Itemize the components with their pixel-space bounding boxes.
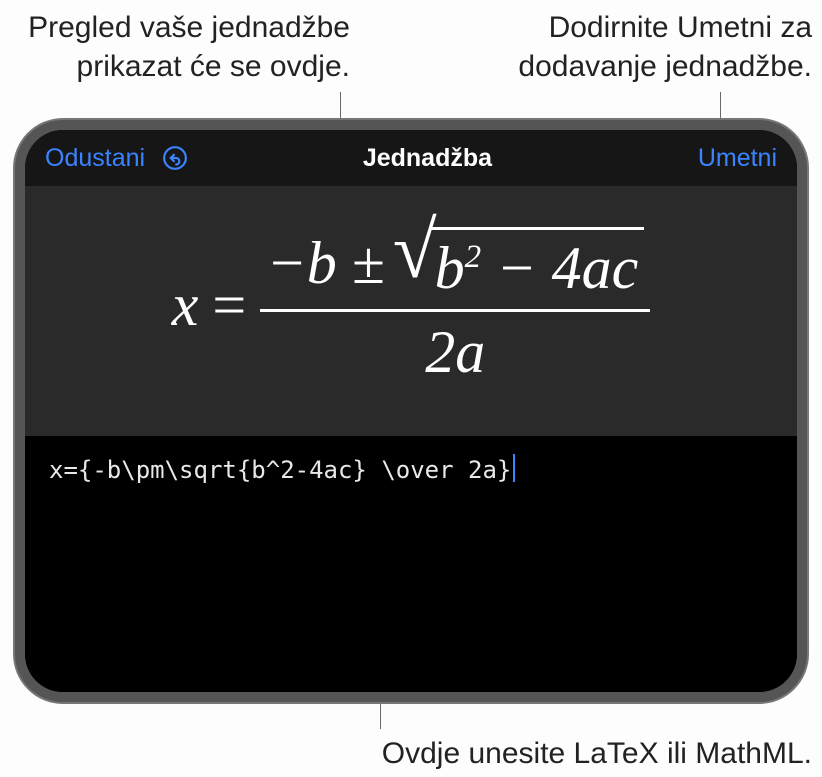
eq-root: √ b2 − 4ac — [393, 223, 645, 303]
rendered-equation: x = −b ± √ b2 − 4ac 2a — [172, 223, 650, 387]
callout-preview: Pregled vaše jednadžbe prikazat će se ov… — [0, 8, 350, 86]
eq-lhs: x — [172, 271, 199, 340]
eq-sign: = — [212, 271, 246, 340]
insert-button[interactable]: Umetni — [698, 144, 777, 173]
eq-num-prefix: −b ± — [266, 229, 384, 298]
callout-input: Ovdje unesite LaTeX ili MathML. — [342, 734, 812, 773]
text-caret — [513, 454, 515, 482]
eq-numerator: −b ± √ b2 − 4ac — [260, 223, 650, 309]
eq-fraction: −b ± √ b2 − 4ac 2a — [260, 223, 650, 387]
callout-insert: Dodirnite Umetni za dodavanje jednadžbe. — [432, 8, 812, 86]
eq-denominator: 2a — [419, 312, 491, 387]
dialog-title: Jednadžba — [173, 144, 682, 173]
cancel-button[interactable]: Odustani — [45, 144, 145, 173]
dialog-header: Odustani Jednadžba Umetni — [25, 130, 797, 186]
device-frame: Odustani Jednadžba Umetni x = −b ± √ — [15, 120, 807, 702]
latex-input-value: x={-b\pm\sqrt{b^2-4ac} \over 2a} — [49, 456, 511, 484]
equation-dialog: Odustani Jednadžba Umetni x = −b ± √ — [25, 130, 797, 692]
eq-radicand: b2 − 4ac — [429, 227, 645, 303]
latex-input[interactable]: x={-b\pm\sqrt{b^2-4ac} \over 2a} — [25, 436, 797, 692]
equation-preview: x = −b ± √ b2 − 4ac 2a — [25, 186, 797, 436]
